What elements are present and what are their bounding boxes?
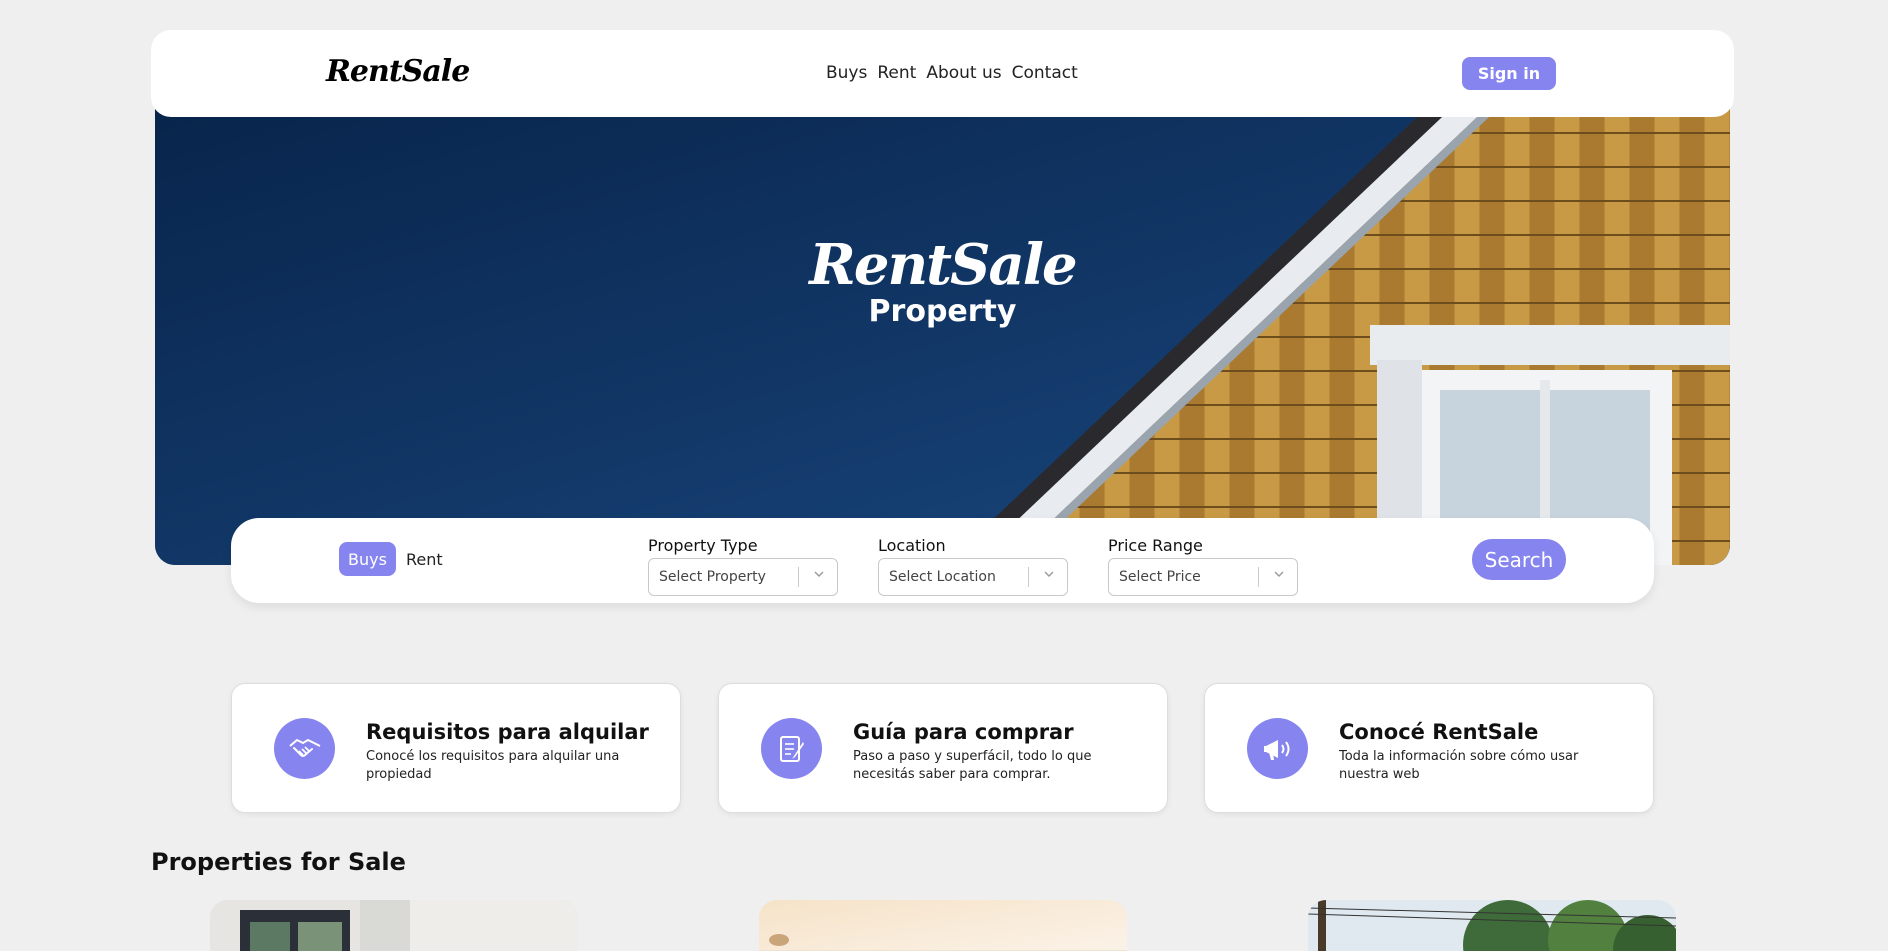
hero-subtitle: Property <box>868 294 1017 329</box>
hero-house-image <box>155 100 1730 565</box>
property-photo <box>210 900 578 951</box>
properties-section-title: Properties for Sale <box>151 848 406 876</box>
sign-in-button[interactable]: Sign in <box>1462 57 1556 90</box>
location-value: Select Location <box>889 569 996 585</box>
hero-title: RentSale Property <box>155 235 1730 329</box>
card-description: Paso a paso y superfácil, todo lo que ne… <box>853 749 1092 782</box>
info-card-buy-guide[interactable]: Guía para comprar Paso a paso y superfác… <box>718 683 1168 813</box>
nav-link-buys[interactable]: Buys <box>826 63 867 83</box>
property-type-value: Select Property <box>659 569 766 585</box>
hero-banner: RentSale Property <box>155 100 1730 565</box>
price-range-field: Price Range Select Price <box>1108 536 1298 596</box>
document-pen-icon <box>761 718 822 779</box>
property-card-image[interactable] <box>759 900 1127 951</box>
nav-links: Buys Rent About us Contact <box>826 63 1078 83</box>
hero-title-brand: RentSale <box>809 232 1077 298</box>
location-label: Location <box>878 536 946 555</box>
navbar: RentSale Buys Rent About us Contact Sign… <box>151 30 1734 117</box>
select-divider <box>1028 567 1029 587</box>
price-range-label: Price Range <box>1108 536 1203 555</box>
select-divider <box>1258 567 1259 587</box>
location-field: Location Select Location <box>878 536 1068 596</box>
mode-buys-toggle[interactable]: Buys <box>339 542 396 576</box>
property-photo <box>759 900 1127 951</box>
card-title: Conocé RentSale <box>1339 720 1539 744</box>
property-card-image[interactable] <box>1308 900 1676 951</box>
property-type-select[interactable]: Select Property <box>648 558 838 596</box>
logo[interactable]: RentSale <box>326 54 470 89</box>
chevron-down-icon <box>1044 571 1054 577</box>
search-bar: Buys Rent Property Type Select Property … <box>231 518 1654 603</box>
select-divider <box>798 567 799 587</box>
property-type-field: Property Type Select Property <box>648 536 838 596</box>
card-description: Toda la información sobre cómo usar nues… <box>1339 749 1579 782</box>
card-description: Conocé los requisitos para alquilar una … <box>366 749 620 782</box>
info-card-about-rentsale[interactable]: Conocé RentSale Toda la información sobr… <box>1204 683 1654 813</box>
info-card-rent-requirements[interactable]: Requisitos para alquilar Conocé los requ… <box>231 683 681 813</box>
megaphone-icon <box>1247 718 1308 779</box>
chevron-down-icon <box>1274 571 1284 577</box>
property-card-image[interactable] <box>210 900 578 951</box>
price-range-value: Select Price <box>1119 569 1201 585</box>
nav-link-about-us[interactable]: About us <box>926 63 1001 83</box>
nav-link-contact[interactable]: Contact <box>1012 63 1078 83</box>
card-title: Guía para comprar <box>853 720 1074 744</box>
nav-link-rent[interactable]: Rent <box>877 63 916 83</box>
price-range-select[interactable]: Select Price <box>1108 558 1298 596</box>
location-select[interactable]: Select Location <box>878 558 1068 596</box>
search-button[interactable]: Search <box>1472 539 1566 580</box>
mode-rent-toggle[interactable]: Rent <box>406 550 443 569</box>
chevron-down-icon <box>814 571 824 577</box>
property-photo <box>1308 900 1676 951</box>
property-type-label: Property Type <box>648 536 758 555</box>
card-title: Requisitos para alquilar <box>366 720 649 744</box>
handshake-icon <box>274 718 335 779</box>
